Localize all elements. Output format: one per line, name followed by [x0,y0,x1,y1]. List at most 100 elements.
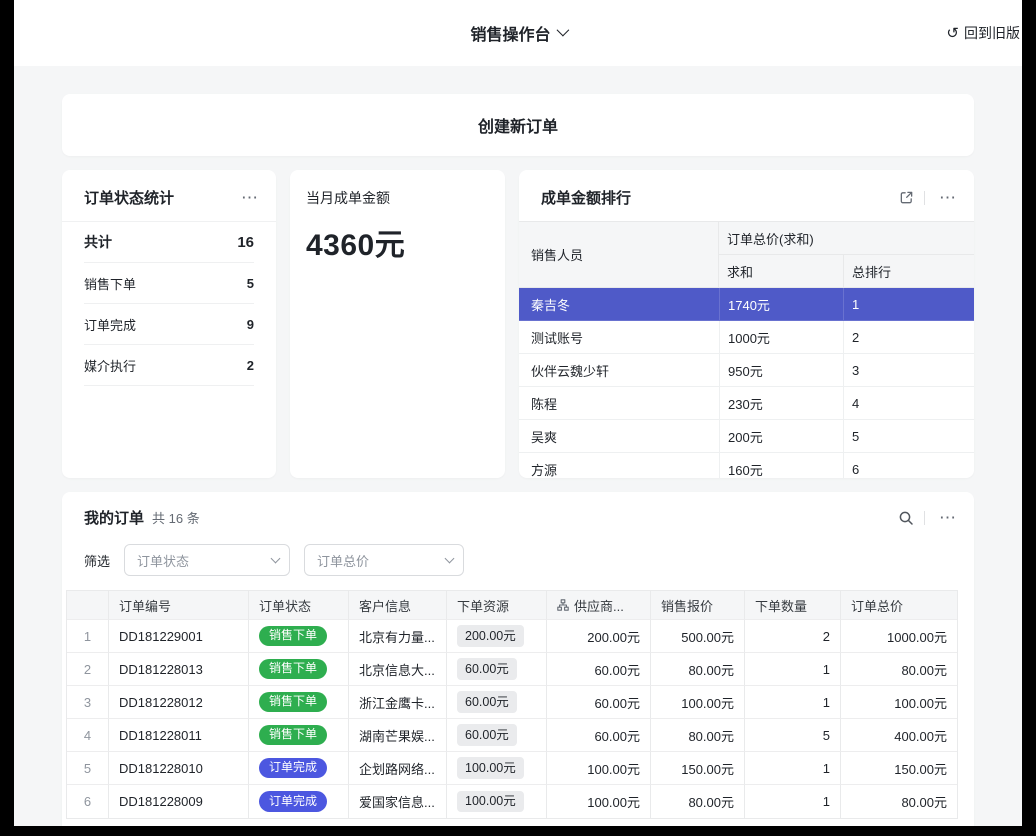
row-index: 6 [67,785,109,818]
status-value: 9 [247,317,254,332]
column-header-group[interactable]: 订单总价(求和) [719,222,974,255]
my-orders-card: 我的订单 共 16 条 ⋯ 筛选 订单状态 [62,492,974,826]
my-orders-title: 我的订单 [84,507,144,528]
ranking-rank: 2 [844,321,974,354]
column-header-sum[interactable]: 求和 [719,255,844,288]
divider [924,511,925,525]
create-order-label: 创建新订单 [478,113,558,137]
my-orders-actions: ⋯ [898,509,960,526]
orders-table: 订单编号 订单状态 客户信息 下单资源 供应商 [66,590,958,819]
column-header-quote[interactable]: 销售报价 [651,591,745,620]
qty: 1 [745,653,841,686]
row-index: 2 [67,653,109,686]
order-row[interactable]: 6 DD181228009 订单完成 爱国家信息... 100.00元 100.… [67,785,957,818]
order-no: DD181228011 [109,719,249,752]
row-index: 5 [67,752,109,785]
qty: 1 [745,752,841,785]
back-to-old-version-button[interactable]: ↺ 回到旧版 [946,23,1020,43]
status-badge: 销售下单 [259,659,327,680]
column-header-person[interactable]: 销售人员 [519,222,719,288]
create-order-button[interactable]: 创建新订单 [62,94,974,156]
ranking-row[interactable]: 陈程 230元 4 [519,387,974,420]
open-external-icon[interactable] [899,190,914,205]
my-orders-count: 共 16 条 [152,508,200,527]
column-header-rank[interactable]: 总排行 [844,255,974,288]
page-title: 销售操作台 [470,21,550,45]
chevron-down-icon [271,554,281,564]
orders-table-header: 订单编号 订单状态 客户信息 下单资源 供应商 [67,591,957,620]
order-row[interactable]: 4 DD181228011 销售下单 湖南芒果娱... 60.00元 60.00… [67,719,957,752]
more-icon[interactable]: ⋯ [935,189,960,206]
row-index: 4 [67,719,109,752]
ranking-person: 秦吉冬 [519,288,719,321]
column-header-status[interactable]: 订单状态 [249,591,349,620]
app-window: 销售操作台 ↺ 回到旧版 创建新订单 订单状态统计 ⋯ 共计 16 [14,0,1022,826]
customer: 湖南芒果娱... [349,719,447,752]
relation-icon [557,599,569,611]
ranking-row[interactable]: 方源 160元 6 [519,453,974,478]
order-row[interactable]: 3 DD181228012 销售下单 浙江金鹰卡... 60.00元 60.00… [67,686,957,719]
status-row[interactable]: 媒介执行 2 [84,345,254,386]
page-title-dropdown[interactable]: 销售操作台 [470,21,565,45]
ranking-table: 销售人员 订单总价(求和) 求和 总排行 秦吉冬 1740元 1 测试账号 10… [519,221,974,478]
ranking-person: 吴爽 [519,420,719,453]
back-to-old-version-label: 回到旧版 [964,23,1020,43]
order-total-filter-dropdown[interactable]: 订单总价 [304,544,464,576]
customer: 北京有力量... [349,620,447,653]
order-total: 1000.00元 [841,620,957,653]
status-label: 共计 [84,232,112,252]
customer: 企划路网络... [349,752,447,785]
resource-pill: 60.00元 [457,724,517,745]
resource-pill: 60.00元 [457,658,517,679]
status-row[interactable]: 订单完成 9 [84,304,254,345]
status-row[interactable]: 销售下单 5 [84,263,254,304]
status-list: 共计 16 销售下单 5 订单完成 9 媒介执行 2 [62,222,276,386]
order-row[interactable]: 5 DD181228010 订单完成 企划路网络... 100.00元 100.… [67,752,957,785]
status-badge: 订单完成 [259,791,327,812]
status-badge: 销售下单 [259,692,327,713]
stats-row: 订单状态统计 ⋯ 共计 16 销售下单 5 订单完成 9 [62,170,974,478]
order-total: 150.00元 [841,752,957,785]
ranking-row[interactable]: 伙伴云魏少轩 950元 3 [519,354,974,387]
order-status-filter-dropdown[interactable]: 订单状态 [124,544,290,576]
ranking-row[interactable]: 吴爽 200元 5 [519,420,974,453]
filter-row: 筛选 订单状态 订单总价 [62,540,974,590]
status-value: 5 [247,276,254,291]
ranking-card-actions: ⋯ [899,189,960,206]
order-total: 80.00元 [841,653,957,686]
search-icon[interactable] [898,510,914,526]
order-no: DD181228010 [109,752,249,785]
status-label: 订单完成 [84,315,136,334]
column-header-supplier[interactable]: 供应商... [547,591,651,620]
column-header-customer[interactable]: 客户信息 [349,591,447,620]
order-row[interactable]: 2 DD181228013 销售下单 北京信息大... 60.00元 60.00… [67,653,957,686]
column-header-qty[interactable]: 下单数量 [745,591,841,620]
order-status-card-head: 订单状态统计 ⋯ [62,170,276,222]
column-header-total[interactable]: 订单总价 [841,591,957,620]
order-status-card: 订单状态统计 ⋯ 共计 16 销售下单 5 订单完成 9 [62,170,276,478]
ranking-row[interactable]: 测试账号 1000元 2 [519,321,974,354]
more-icon[interactable]: ⋯ [935,509,960,526]
chevron-down-icon [556,23,569,36]
order-no: DD181229001 [109,620,249,653]
ranking-table-header: 销售人员 订单总价(求和) 求和 总排行 [519,222,974,288]
order-row[interactable]: 1 DD181229001 销售下单 北京有力量... 200.00元 200.… [67,620,957,653]
ranking-sum: 1740元 [719,288,844,321]
order-status-card-title: 订单状态统计 [84,187,174,208]
order-total-filter-placeholder: 订单总价 [317,551,369,570]
qty: 1 [745,785,841,818]
dashboard: 创建新订单 订单状态统计 ⋯ 共计 16 销售下单 5 [14,66,1022,826]
ranking-row-selected[interactable]: 秦吉冬 1740元 1 [519,288,974,321]
ranking-rank: 4 [844,387,974,420]
order-total: 100.00元 [841,686,957,719]
status-row-total[interactable]: 共计 16 [84,222,254,263]
quote: 500.00元 [651,620,745,653]
qty: 5 [745,719,841,752]
status-badge: 销售下单 [259,725,327,746]
column-header-index [67,591,109,620]
more-icon[interactable]: ⋯ [237,189,262,206]
customer: 爱国家信息... [349,785,447,818]
column-header-order-no[interactable]: 订单编号 [109,591,249,620]
column-header-resource[interactable]: 下单资源 [447,591,547,620]
ranking-card-head: 成单金额排行 ⋯ [519,170,974,221]
